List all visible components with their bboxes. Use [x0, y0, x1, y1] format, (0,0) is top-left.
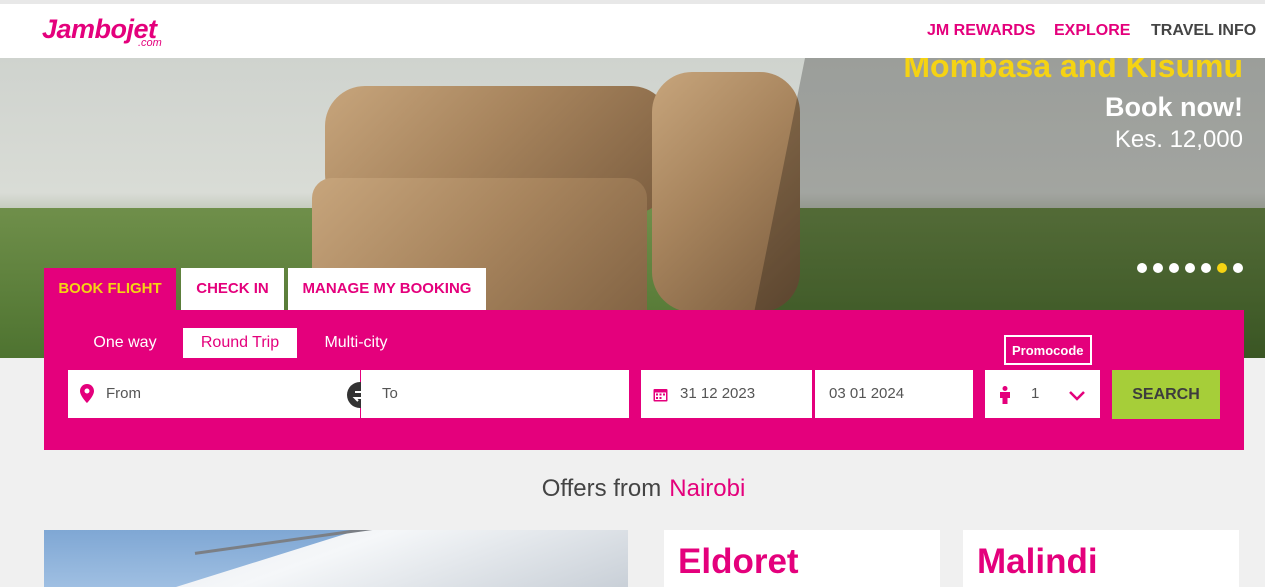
tab-manage-booking[interactable]: MANAGE MY BOOKING	[288, 268, 486, 310]
to-field[interactable]: To	[361, 370, 629, 418]
chevron-down-icon	[1069, 388, 1085, 406]
trip-multi-city[interactable]: Multi-city	[316, 328, 396, 358]
location-pin-icon	[80, 384, 94, 408]
return-date-value: 03 01 2024	[829, 385, 905, 402]
nav-explore[interactable]: EXPLORE	[1054, 22, 1130, 40]
offers-heading-text: Offers from	[541, 475, 662, 502]
carousel-dot[interactable]	[1233, 263, 1243, 273]
promo-cta[interactable]: Book now!	[1105, 92, 1243, 123]
nav-jm-rewards[interactable]: JM REWARDS	[927, 22, 1035, 40]
passenger-select[interactable]: 1	[985, 370, 1100, 418]
return-date-field[interactable]: 03 01 2024	[815, 370, 973, 418]
promocode-button[interactable]: Promocode	[1004, 335, 1092, 365]
booking-panel: One way Round Trip Multi-city Promocode …	[44, 310, 1244, 450]
offer-image[interactable]	[44, 530, 628, 587]
carousel-dot-active[interactable]	[1217, 263, 1227, 273]
from-placeholder: From	[106, 385, 141, 402]
trip-one-way[interactable]: One way	[86, 328, 164, 358]
building-decoration	[176, 530, 628, 587]
promo-title: Mombasa and Kisumu	[903, 58, 1243, 84]
nav-travel-info[interactable]: TRAVEL INFO	[1151, 22, 1256, 40]
to-placeholder: To	[382, 385, 398, 402]
depart-date-field[interactable]: 31 12 2023	[641, 370, 812, 418]
carousel-dot[interactable]	[1153, 263, 1163, 273]
calendar-icon	[653, 387, 668, 407]
offer-card-title: Malindi	[977, 542, 1098, 581]
search-button[interactable]: SEARCH	[1112, 370, 1220, 419]
logo-subtext: .com	[138, 37, 162, 49]
depart-date-value: 31 12 2023	[680, 385, 756, 402]
person-icon	[998, 386, 1012, 409]
offer-card-title: Eldoret	[678, 542, 799, 581]
carousel-dot[interactable]	[1137, 263, 1147, 273]
carousel-dot[interactable]	[1201, 263, 1211, 273]
carousel-dots	[1137, 263, 1243, 273]
tab-check-in[interactable]: CHECK IN	[181, 268, 284, 310]
offers-heading: Offers from Nairobi	[0, 475, 1265, 503]
tab-book-flight[interactable]: BOOK FLIGHT	[44, 268, 176, 310]
trip-round-trip[interactable]: Round Trip	[183, 328, 297, 358]
carousel-dot[interactable]	[1185, 263, 1195, 273]
carousel-dot[interactable]	[1169, 263, 1179, 273]
from-field[interactable]: From	[68, 370, 360, 418]
offers-city[interactable]: Nairobi	[669, 475, 745, 502]
site-header: Jambojet .com JM REWARDS EXPLORE TRAVEL …	[0, 4, 1265, 58]
promo-price: Kes. 12,000	[1114, 126, 1243, 153]
offer-card-malindi[interactable]: Malindi	[963, 530, 1239, 587]
passenger-count: 1	[1031, 385, 1040, 402]
offer-card-eldoret[interactable]: Eldoret	[664, 530, 940, 587]
